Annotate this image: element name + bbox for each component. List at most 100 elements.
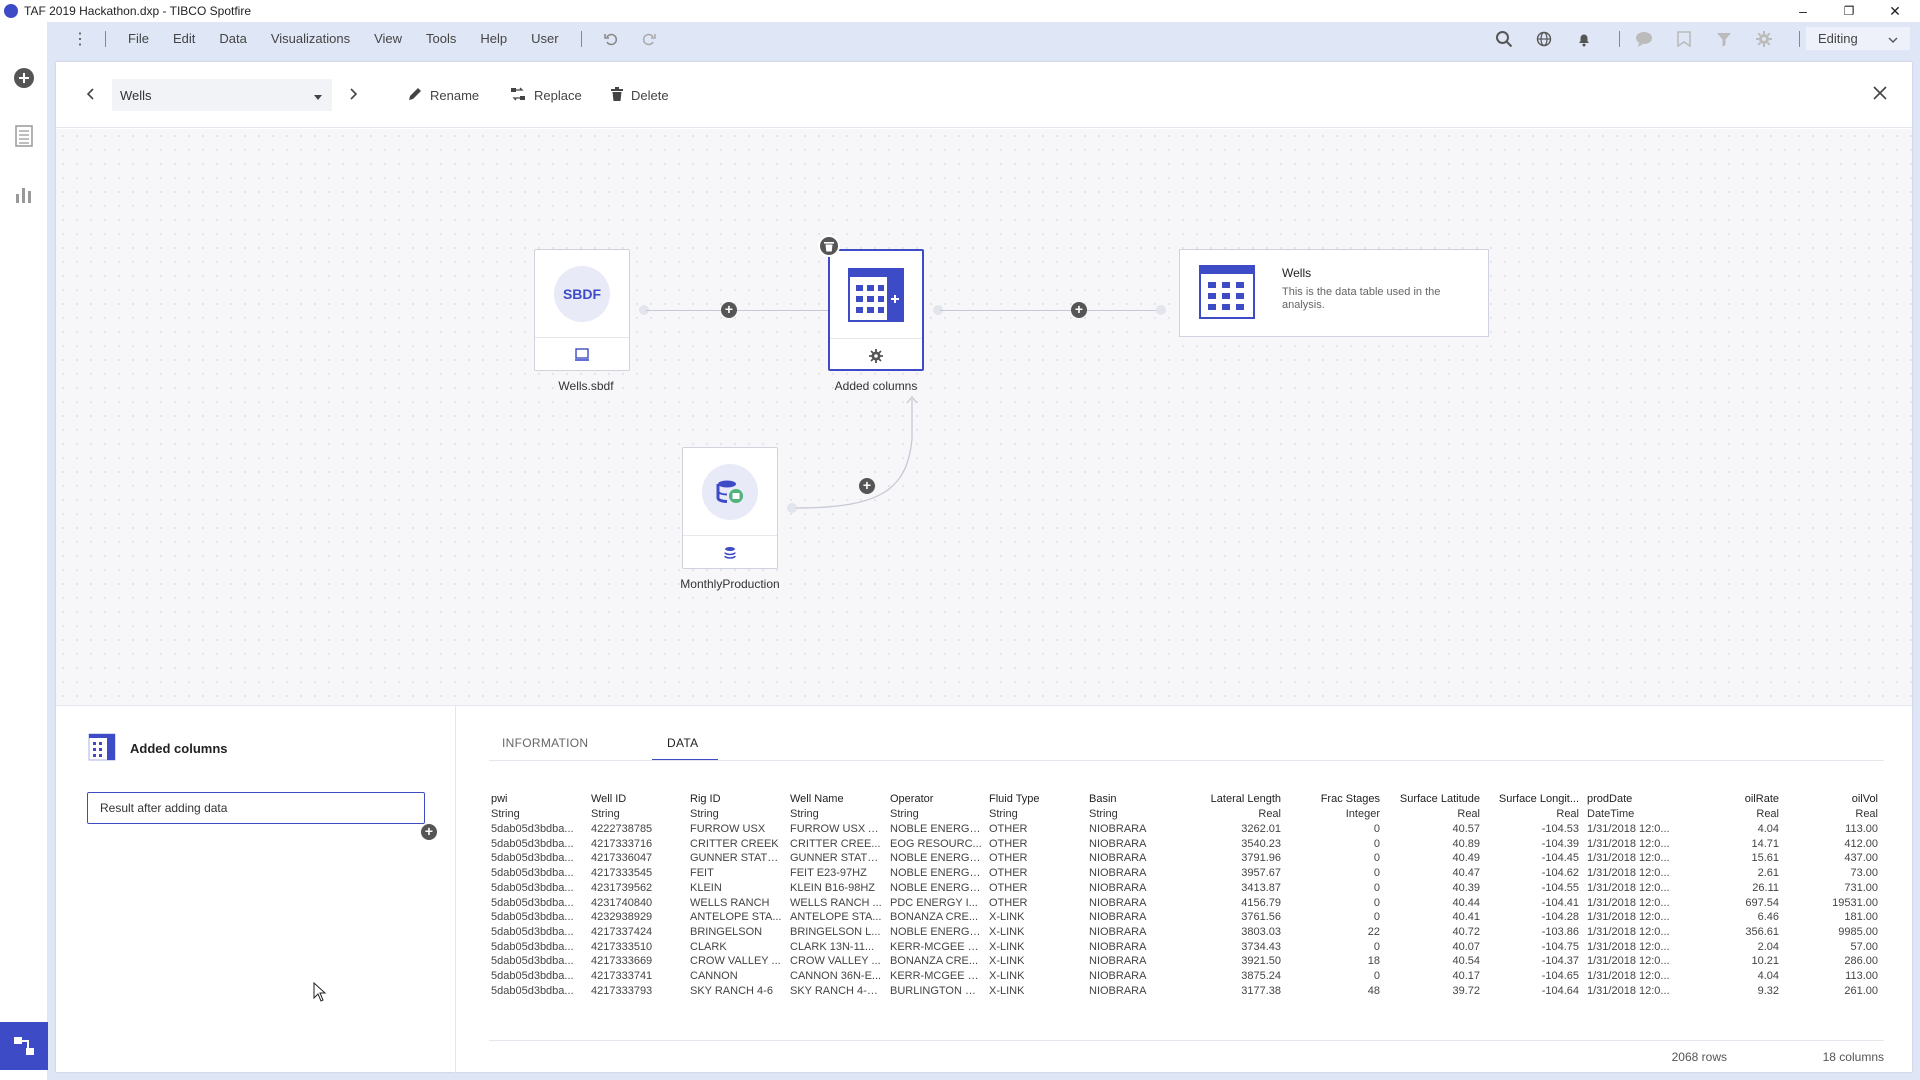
grid-footer-divider: [489, 1040, 1884, 1041]
tab-data[interactable]: DATA: [667, 736, 698, 750]
node-body: [830, 251, 922, 339]
pages-icon[interactable]: [12, 124, 36, 148]
table-cell: BURLINGTON R...: [890, 984, 983, 997]
table-selector[interactable]: Wells: [112, 79, 332, 111]
row-count: 2068 rows: [1671, 1050, 1727, 1064]
result-step-item[interactable]: Result after adding data: [87, 792, 425, 824]
table-cell: SKY RANCH 4-6...: [790, 984, 883, 997]
menu-data[interactable]: Data: [207, 31, 258, 46]
source-type-icon: [535, 338, 629, 371]
source-node-wells-sbdf[interactable]: SBDF: [534, 249, 630, 371]
visualizations-icon[interactable]: [12, 182, 36, 206]
insert-step-button[interactable]: +: [859, 478, 875, 494]
redo-icon[interactable]: [630, 22, 668, 55]
connector-curve: [795, 395, 918, 509]
caret-down-icon: [314, 88, 322, 103]
add-data-icon[interactable]: [12, 66, 36, 90]
restore-button[interactable]: ❐: [1826, 0, 1872, 22]
data-flow-canvas: SBDF Wells.sbdf + Added columns + Wells …: [56, 129, 1912, 705]
node-settings-icon[interactable]: [830, 339, 922, 372]
table-row: 5dab05d3bdba... 4217333793 SKY RANCH 4-6 SK…: [489, 982, 1884, 1000]
rename-button[interactable]: Rename: [408, 84, 479, 106]
node-body: [683, 448, 777, 536]
menu-user[interactable]: User: [519, 31, 570, 46]
result-table-description: This is the data table used in the analy…: [1282, 286, 1441, 311]
table-cell: 5dab05d3bdba...: [491, 984, 574, 997]
menu-help[interactable]: Help: [468, 31, 519, 46]
undo-icon[interactable]: [592, 22, 630, 55]
sbdf-icon: SBDF: [554, 265, 610, 322]
menu-view[interactable]: View: [362, 31, 414, 46]
next-table-icon[interactable]: [348, 87, 358, 104]
replace-icon: [510, 87, 526, 104]
step-details-pane: Added columns Result after adding data +: [56, 706, 456, 1073]
node-body: SBDF: [535, 250, 629, 338]
close-window-button[interactable]: ✕: [1872, 0, 1918, 22]
menu-separator: [580, 30, 582, 47]
column-count: 18 columns: [1822, 1050, 1884, 1064]
mouse-cursor-icon: [313, 982, 327, 1002]
table-cell: 3177.38: [1241, 984, 1281, 997]
insert-step-button[interactable]: +: [1071, 302, 1087, 318]
table-cell: 4217333793: [591, 984, 653, 997]
filter-icon[interactable]: [1705, 22, 1743, 55]
globe-icon[interactable]: [1525, 22, 1563, 55]
source-node-label: Wells.sbdf: [558, 379, 614, 393]
table-cell: 261.00: [1844, 984, 1878, 997]
data-table-preview: pwi Well ID Rig ID Well Name Operator Fluid T…: [489, 790, 1884, 1040]
table-cell: 1/31/2018 12:0...: [1587, 984, 1670, 997]
added-source-node-monthly-production[interactable]: [682, 447, 778, 569]
menu-edit[interactable]: Edit: [161, 31, 207, 46]
bookmarks-icon[interactable]: [1665, 22, 1703, 55]
table-cell: NIOBRARA: [1089, 984, 1147, 997]
data-canvas-icon[interactable]: [0, 1022, 48, 1070]
remove-step-icon[interactable]: [818, 235, 840, 257]
close-panel-icon[interactable]: [1873, 86, 1887, 103]
panel-header: Wells Rename Replace Delete: [56, 62, 1912, 128]
table-cell: SKY RANCH 4-6: [690, 984, 773, 997]
comments-icon[interactable]: [1625, 22, 1663, 55]
previous-table-icon[interactable]: [86, 87, 96, 104]
trash-icon: [611, 86, 623, 104]
tab-information[interactable]: INFORMATION: [502, 736, 588, 750]
table-cell: X-LINK: [989, 984, 1025, 997]
table-cell: -104.64: [1541, 984, 1579, 997]
menu-separator: [1799, 30, 1800, 47]
data-table-icon: [1199, 265, 1255, 319]
window-title-bar: TAF 2019 Hackathon.dxp - TIBCO Spotfire …: [0, 0, 1920, 22]
menu-visualizations[interactable]: Visualizations: [259, 31, 362, 46]
menu-tools[interactable]: Tools: [414, 31, 468, 46]
table-cell: 48: [1367, 984, 1380, 997]
delete-label: Delete: [631, 87, 669, 103]
more-menu-icon[interactable]: ⋮: [65, 29, 95, 49]
window-title: TAF 2019 Hackathon.dxp - TIBCO Spotfire: [24, 4, 251, 18]
menu-file[interactable]: File: [116, 31, 161, 46]
pencil-icon: [408, 87, 422, 104]
replace-label: Replace: [534, 87, 582, 103]
tab-divider: [489, 760, 1884, 761]
search-icon[interactable]: [1485, 22, 1523, 55]
result-table-title: Wells: [1282, 266, 1312, 280]
mode-dropdown[interactable]: Editing: [1806, 27, 1910, 50]
table-cell: 9.32: [1757, 984, 1779, 997]
add-step-button[interactable]: +: [421, 824, 437, 840]
minimize-button[interactable]: –: [1780, 0, 1826, 22]
details-area: Added columns Result after adding data +…: [56, 705, 1912, 1073]
menu-bar: ⋮ File Edit Data Visualizations View Too…: [49, 22, 1920, 55]
settings-gear-icon[interactable]: [1745, 22, 1783, 55]
mode-label: Editing: [1818, 31, 1858, 46]
notifications-icon[interactable]: [1565, 22, 1603, 55]
spotfire-logo-icon: [4, 4, 18, 18]
result-table-card[interactable]: Wells This is the data table used in the…: [1179, 249, 1489, 337]
added-source-node-label: MonthlyProduction: [680, 577, 780, 591]
rename-label: Rename: [430, 87, 480, 103]
connector-dot: [1156, 305, 1166, 315]
connector-line: [940, 310, 1160, 311]
chevron-down-icon: [1888, 31, 1898, 46]
insert-step-button[interactable]: +: [721, 302, 737, 318]
replace-button[interactable]: Replace: [510, 84, 582, 106]
transform-node-added-columns[interactable]: [828, 249, 924, 371]
delete-button[interactable]: Delete: [611, 84, 669, 106]
added-columns-icon: [88, 733, 116, 761]
data-canvas-panel: Wells Rename Replace Delete SBDF Wells.s…: [56, 62, 1912, 1073]
